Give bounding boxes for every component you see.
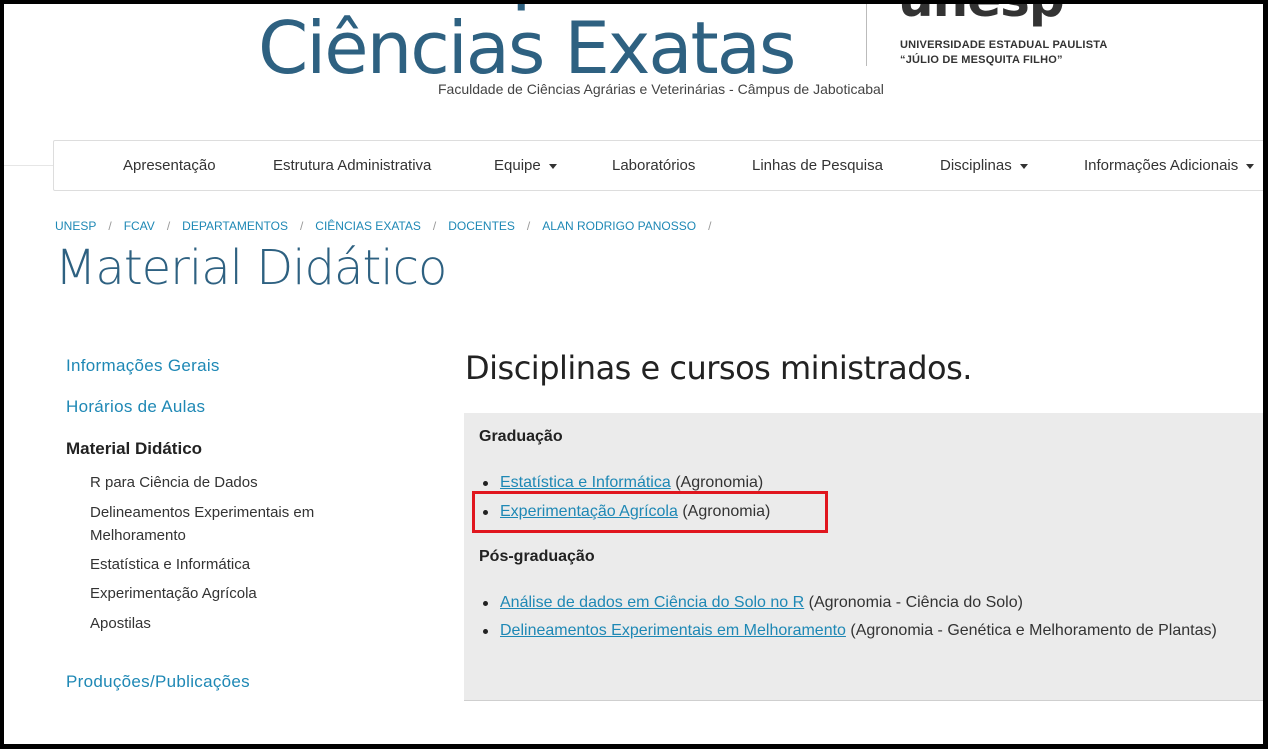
breadcrumb-ciencias-exatas[interactable]: CIÊNCIAS EXATAS — [315, 219, 421, 233]
department-name[interactable]: Ciências Exatas — [258, 4, 796, 92]
sidebar-link-horarios-de-aulas[interactable]: Horários de Aulas — [66, 397, 205, 417]
course-note: (Agronomia - Ciência do Solo) — [808, 594, 1023, 611]
breadcrumb-separator: / — [166, 219, 171, 233]
nav-apresentacao[interactable]: Apresentação — [123, 141, 216, 191]
breadcrumb: UNESP / FCAV / DEPARTAMENTOS / CIÊNCIAS EXATAS… — [55, 219, 723, 233]
course-link-analise-de-dados-solo[interactable]: Análise de dados em Ciência do Solo no R — [500, 594, 804, 611]
sidebar-link-producoes-publicacoes[interactable]: Produções/Publicações — [66, 672, 250, 692]
university-name: UNIVERSIDADE ESTADUAL PAULISTA — [900, 39, 1108, 51]
breadcrumb-unesp[interactable]: UNESP — [55, 219, 96, 233]
list-item: Delineamentos Experimentais em Melhorame… — [479, 617, 1249, 645]
nav-disciplinas[interactable]: Disciplinas — [940, 141, 1028, 191]
faculty-name: Faculdade de Ciências Agrárias e Veterin… — [438, 81, 884, 97]
list-item-text: Delineamentos Experimentais em Melhorame… — [500, 617, 1249, 645]
sidebar-active-material-didatico[interactable]: Material Didático — [66, 439, 202, 459]
list-item-text: Análise de dados em Ciência do Solo no R… — [500, 589, 1264, 617]
nav-label: Informações Adicionais — [1084, 157, 1239, 174]
breadcrumb-separator: / — [299, 219, 304, 233]
course-link-delineamentos-experimentais[interactable]: Delineamentos Experimentais em Melhorame… — [500, 622, 846, 639]
nav-laboratorios[interactable]: Laboratórios — [612, 141, 695, 191]
breadcrumb-alan-rodrigo-panosso[interactable]: ALAN RODRIGO PANOSSO — [542, 219, 696, 233]
sidebar-link-informacoes-gerais[interactable]: Informações Gerais — [66, 356, 220, 376]
section-title-graduacao: Graduação — [479, 428, 563, 445]
content-heading: Disciplinas e cursos ministrados. — [465, 349, 972, 387]
caret-down-icon — [1019, 163, 1028, 169]
breadcrumb-separator: / — [526, 219, 531, 233]
nav-label: Equipe — [494, 157, 541, 174]
university-subname: “JÚLIO DE MESQUITA FILHO” — [900, 54, 1063, 66]
breadcrumb-separator: / — [708, 219, 712, 233]
nav-label: Linhas de Pesquisa — [752, 157, 883, 174]
header-divider — [866, 4, 867, 66]
section-title-pos-graduacao: Pós-graduação — [479, 548, 595, 565]
breadcrumb-departamentos[interactable]: DEPARTAMENTOS — [182, 219, 288, 233]
unesp-logo[interactable]: unesp — [898, 0, 1065, 28]
nav-informacoes-adicionais[interactable]: Informações Adicionais — [1084, 141, 1255, 191]
course-note: (Agronomia) — [675, 474, 764, 491]
sidebar-sub-r-para-ciencia-de-dados[interactable]: R para Ciência de Dados — [90, 471, 330, 494]
page-title: Material Didático — [55, 240, 447, 296]
page: Departamento de Ciências Exatas unesp UN… — [0, 0, 1268, 749]
course-link-estatistica-e-informatica[interactable]: Estatística e Informática — [500, 474, 671, 491]
breadcrumb-docentes[interactable]: DOCENTES — [448, 219, 515, 233]
breadcrumb-fcav[interactable]: FCAV — [124, 219, 155, 233]
nav-label: Disciplinas — [940, 157, 1012, 174]
list-item: Análise de dados em Ciência do Solo no R… — [479, 589, 1264, 617]
main-navbar: Apresentação Estrutura Administrativa Eq… — [53, 140, 1268, 191]
bullet-icon — [483, 629, 488, 634]
highlight-box — [472, 491, 828, 533]
sidebar-sub-delineamentos-experimentais[interactable]: Delineamentos Experimentais em Melhorame… — [90, 501, 330, 547]
nav-label: Estrutura Administrativa — [273, 157, 432, 174]
caret-down-icon — [1246, 163, 1255, 169]
nav-estrutura-administrativa[interactable]: Estrutura Administrativa — [273, 141, 431, 191]
bullet-icon — [483, 601, 488, 606]
sidebar-sub-experimentacao-agricola[interactable]: Experimentação Agrícola — [90, 582, 330, 605]
bullet-icon — [483, 481, 488, 486]
divider — [0, 165, 60, 166]
nav-label: Laboratórios — [612, 157, 696, 174]
nav-linhas-de-pesquisa[interactable]: Linhas de Pesquisa — [752, 141, 883, 191]
breadcrumb-separator: / — [108, 219, 112, 233]
sidebar-sub-estatistica-e-informatica[interactable]: Estatística e Informática — [90, 553, 330, 576]
nav-label: Apresentação — [123, 157, 216, 174]
course-note: (Agronomia - Genética e Melhoramento de … — [850, 622, 1217, 639]
caret-down-icon — [548, 163, 557, 169]
nav-equipe[interactable]: Equipe — [494, 141, 557, 191]
sidebar-sub-apostilas[interactable]: Apostilas — [90, 612, 330, 635]
breadcrumb-separator: / — [432, 219, 437, 233]
